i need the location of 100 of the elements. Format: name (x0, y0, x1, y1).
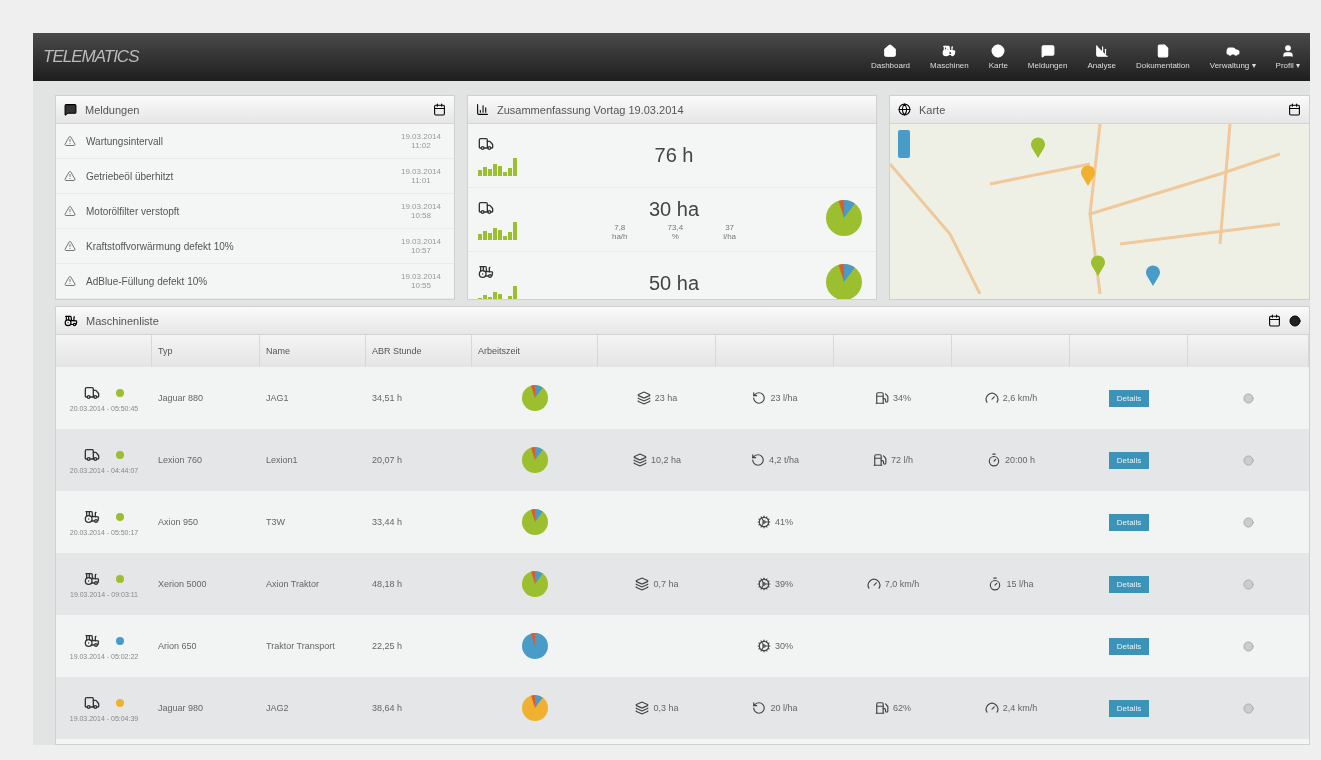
message-icon (64, 103, 77, 116)
type-text: Jaguar 980 (158, 703, 204, 713)
alert-text: Wartungsintervall (86, 135, 164, 147)
map-pin-icon[interactable] (1090, 254, 1106, 276)
type-text: Lexion 760 (158, 455, 203, 465)
alert-time: 19.03.2014 10:58 (399, 202, 442, 220)
metric-value: 0,3 ha (653, 703, 679, 713)
timer-icon (988, 577, 1003, 591)
pie-chart-drawing (522, 695, 548, 721)
type-text: Xerion 5000 (158, 579, 207, 589)
zoom-control[interactable] (898, 130, 910, 158)
metric-value: 34% (893, 393, 911, 403)
type-text: Jaguar 880 (158, 393, 204, 403)
cog-icon (757, 515, 771, 529)
map-pin-icon[interactable] (1145, 264, 1161, 286)
metric-value: 41% (775, 517, 793, 527)
column-header[interactable]: Name (260, 335, 366, 367)
alert-row[interactable]: Motorölfilter verstopft 19.03.2014 10:58 (56, 194, 454, 229)
metric-value: 4,2 t/ha (769, 455, 799, 465)
car-icon (1225, 44, 1240, 58)
summary-value: 30 ha (648, 198, 700, 221)
nav-item[interactable]: Analyse (1077, 44, 1126, 70)
nav-item[interactable]: Meldungen (1017, 44, 1078, 70)
name-text: JAG1 (266, 393, 289, 403)
harvester-icon (478, 199, 494, 216)
layers-icon (635, 577, 650, 591)
fuel-icon (875, 391, 889, 405)
metric-value: 72 l/h (891, 455, 913, 465)
alert-row[interactable]: AdBlue-Füllung defekt 10% 19.03.2014 10:55 (56, 264, 454, 299)
home-icon (883, 44, 898, 58)
column-header[interactable]: ABR Stunde (366, 335, 472, 367)
harvester-icon (84, 694, 100, 711)
metric-value: 2,4 km/h (1002, 703, 1038, 713)
bar-sparkline-drawing (478, 219, 518, 240)
panel-title: Meldungen (85, 103, 141, 116)
alert-row[interactable]: Kraftstoffvorwärmung defekt 10% 19.03.2014 10:57 (56, 229, 454, 264)
name-text: Lexion1 (266, 455, 298, 465)
pie-chart-drawing (522, 447, 548, 473)
tractor-icon (84, 570, 100, 587)
rotate-icon (752, 701, 767, 715)
alert-text: Motorölfilter verstopft (86, 205, 181, 217)
metric-value: 23 l/ha (770, 393, 798, 403)
alert-text: AdBlue-Füllung defekt 10% (86, 275, 209, 287)
calendar-icon[interactable] (1268, 314, 1281, 327)
metric-value: 2,6 km/h (1002, 393, 1038, 403)
name-text: Traktor Transport (266, 641, 335, 651)
harvester-icon (84, 384, 100, 401)
nav-item[interactable]: Dashboard (860, 44, 921, 70)
type-text: Axion 950 (158, 517, 199, 527)
alert-time: 19.03.2014 11:02 (399, 132, 442, 150)
metric-value: 20 l/ha (770, 703, 798, 713)
tractor-icon (478, 263, 494, 280)
metric-value: 30% (775, 641, 793, 651)
nav-item[interactable]: Karte (978, 44, 1018, 70)
hours-text: 20,07 h (372, 455, 403, 465)
nav-item[interactable]: Profil ▾ (1265, 44, 1310, 70)
tractor-icon (64, 313, 78, 328)
nav-item[interactable]: Maschinen (920, 44, 979, 70)
stat-text: 73,4 % (667, 223, 684, 241)
message-icon (1040, 44, 1055, 58)
layers-icon (633, 453, 647, 467)
tractor-icon (942, 44, 957, 58)
calendar-icon[interactable] (1288, 103, 1301, 116)
alert-row[interactable]: Getriebeöl überhitzt 19.03.2014 11:01 (56, 159, 454, 194)
alert-time: 19.03.2014 10:57 (399, 237, 442, 255)
alert-time: 19.03.2014 11:01 (399, 167, 442, 185)
nav-item[interactable]: Verwaltung ▾ (1199, 44, 1266, 70)
metric-value: 10,2 ha (651, 455, 681, 465)
gauge-icon (984, 391, 999, 405)
map-pin-icon[interactable] (1080, 164, 1096, 186)
circle-icon[interactable] (1289, 314, 1301, 327)
column-header[interactable]: Arbeitszeit (472, 335, 598, 367)
alert-row[interactable]: Wartungsintervall 19.03.2014 11:02 (56, 124, 454, 159)
pie-chart-drawing (522, 509, 548, 535)
warning-icon (64, 135, 76, 147)
fuel-icon (873, 453, 887, 467)
summary-value: 50 ha (648, 272, 700, 295)
fuel-icon (875, 701, 889, 715)
panel-title: Karte (919, 103, 947, 116)
warning-icon (64, 205, 76, 217)
cog-icon (757, 577, 771, 591)
map-pin-icon[interactable] (1030, 136, 1046, 158)
pie-chart-drawing (522, 633, 548, 659)
user-icon (1280, 44, 1295, 58)
metric-value: 20:00 h (1005, 455, 1035, 465)
panel-title: Maschinenliste (86, 314, 160, 327)
harvester-icon (84, 446, 100, 463)
nav-item[interactable]: Dokumentation (1125, 44, 1200, 70)
layers-icon (635, 701, 650, 715)
panel-title: Zusammenfassung Vortag 19.03.2014 (497, 103, 685, 116)
column-header[interactable]: Typ (152, 335, 260, 367)
stat-text: 7,8 ha/h (611, 223, 628, 241)
bar-sparkline-drawing (478, 283, 518, 299)
layers-icon (636, 391, 651, 405)
column-header[interactable] (56, 335, 152, 367)
calendar-icon[interactable] (433, 103, 446, 116)
tractor-icon (84, 632, 100, 649)
warning-icon (64, 170, 76, 182)
hours-text: 48,18 h (372, 579, 403, 589)
timer-icon (987, 453, 1001, 467)
